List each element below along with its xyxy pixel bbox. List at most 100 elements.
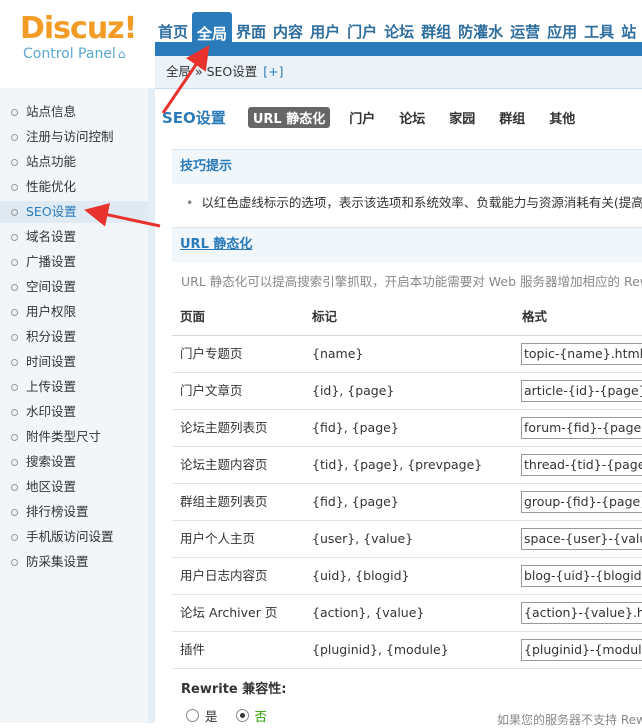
nav-global[interactable]: 全局 [192,12,233,56]
page-title: SEO设置 [162,108,226,127]
format-input[interactable]: article-{id}-{page}.html [521,380,642,402]
bullet-icon [11,359,18,366]
rewrite-yes-radio[interactable] [186,709,199,722]
bullet-icon [11,459,18,466]
table-row: 插件 {pluginid}, {module} {pluginid}-{modu… [172,632,642,669]
sidebar-item-performance[interactable]: 性能优化 [0,176,148,198]
bullet-icon [11,559,18,566]
format-input[interactable]: {pluginid}-{module}.html [521,639,642,661]
rewrite-no-radio[interactable] [235,709,249,722]
sidebar-item-region[interactable]: 地区设置 [0,476,148,498]
table-row: 论坛 Archiver 页 {action}, {value} {action}… [172,595,642,632]
sidebar-item-domain[interactable]: 域名设置 [0,226,148,248]
table-row: 门户文章页 {id}, {page} article-{id}-{page}.h… [172,373,642,410]
sidebar-item-space[interactable]: 空间设置 [0,276,148,298]
format-input[interactable]: forum-{fid}-{page}.html [521,417,642,439]
sidebar-item-registration[interactable]: 注册与访问控制 [0,126,148,148]
bullet-icon [11,234,18,241]
bullet-icon [11,284,18,291]
sidebar-item-mobile[interactable]: 手机版访问设置 [0,526,148,548]
row-page: 插件 [180,642,206,657]
discuz-logo[interactable]: Discuz! Control Panel ⌂ [20,11,137,63]
row-tags: {id}, {page} [312,383,395,398]
row-page: 门户文章页 [180,383,243,398]
row-page: 门户专题页 [180,346,243,361]
nav-apps[interactable]: 应用 [544,12,580,43]
nav-operations[interactable]: 运营 [507,12,543,43]
bullet-icon [11,534,18,541]
row-tags: {name} [312,346,364,361]
table-row: 用户日志内容页 {uid}, {blogid} blog-{uid}-{blog… [172,558,642,595]
column-header-format: 格式 [522,309,548,324]
format-input[interactable]: space-{user}-{value}.html [521,528,642,550]
url-static-description: URL 静态化可以提高搜索引擎抓取，开启本功能需要对 Web 服务器增加相应的 … [181,274,642,289]
sidebar-item-attachment-types[interactable]: 附件类型尺寸 [0,426,148,448]
sidebar-item-search[interactable]: 搜索设置 [0,451,148,473]
tab-home[interactable]: 家园 [444,107,480,128]
nav-users[interactable]: 用户 [307,12,343,43]
nav-antispam[interactable]: 防灌水 [455,12,506,43]
bullet-icon [11,409,18,416]
table-header-row: 页面 标记 格式 [172,299,642,336]
nav-home[interactable]: 首页 [155,12,191,43]
format-input[interactable]: topic-{name}.html [521,343,642,365]
tab-groups[interactable]: 群组 [494,107,530,128]
format-input[interactable]: {action}-{value}.html [521,602,642,624]
format-input[interactable]: group-{fid}-{page}.html [521,491,642,513]
add-shortcut-button[interactable]: [+] [263,64,283,79]
tab-other[interactable]: 其他 [544,107,580,128]
row-page: 群组主题列表页 [180,494,268,509]
seo-tabs: SEO设置 URL 静态化 门户 论坛 家园 群组 其他 [162,106,594,128]
nav-forum[interactable]: 论坛 [381,12,417,43]
sidebar-item-upload[interactable]: 上传设置 [0,376,148,398]
table-row: 用户个人主页 {user}, {value} space-{user}-{val… [172,521,642,558]
row-page: 论坛主题内容页 [180,457,268,472]
sidebar-item-watermark[interactable]: 水印设置 [0,401,148,423]
sidebar-item-time[interactable]: 时间设置 [0,351,148,373]
nav-interface[interactable]: 界面 [233,12,269,43]
nav-tools[interactable]: 工具 [581,12,617,43]
sidebar-item-site-features[interactable]: 站点功能 [0,151,148,173]
bullet-icon [11,309,18,316]
table-row: 论坛主题内容页 {tid}, {page}, {prevpage} thread… [172,447,642,484]
row-tags: {fid}, {page} [312,494,399,509]
bullet-icon [11,109,18,116]
format-input[interactable]: blog-{uid}-{blogid}.html [521,565,642,587]
breadcrumb-path[interactable]: 全局 » SEO设置 [166,64,257,79]
bullet-icon [11,209,18,216]
sidebar-item-anti-scraping[interactable]: 防采集设置 [0,551,148,573]
nav-content[interactable]: 内容 [270,12,306,43]
bullet-icon [11,384,18,391]
table-row: 群组主题列表页 {fid}, {page} group-{fid}-{page}… [172,484,642,521]
nav-station[interactable]: 站 [618,12,639,43]
format-input[interactable]: thread-{tid}-{page}-{prevpage}.html [521,454,642,476]
sidebar-item-site-info[interactable]: 站点信息 [0,101,148,123]
rewrite-no-label[interactable]: 否 [255,706,268,725]
logo-text: Discuz! [20,11,137,46]
bullet-icon: • [186,195,194,210]
row-tags: {uid}, {blogid} [312,568,410,583]
bullet-icon [11,159,18,166]
sidebar-item-broadcast[interactable]: 广播设置 [0,251,148,273]
tab-portal[interactable]: 门户 [344,107,380,128]
sidebar-item-seo[interactable]: SEO设置 [0,201,148,223]
sidebar-item-credits[interactable]: 积分设置 [0,326,148,348]
column-header-page: 页面 [180,309,206,324]
row-tags: {action}, {value} [312,605,425,620]
nav-groups[interactable]: 群组 [418,12,454,43]
tab-forum[interactable]: 论坛 [394,107,430,128]
tip-item: • 以红色虚线标示的选项，表示该选项和系统效率、负载能力与资源消耗有关(提高效率 [186,195,642,210]
tab-url-static[interactable]: URL 静态化 [247,106,331,128]
logo-subtitle: Control Panel [23,46,116,62]
rewrite-yes-label[interactable]: 是 [205,706,218,725]
url-rules-table: 页面 标记 格式 门户专题页 {name} topic-{name}.html … [172,299,642,669]
sidebar-item-ranking[interactable]: 排行榜设置 [0,501,148,523]
sidebar-item-permissions[interactable]: 用户权限 [0,301,148,323]
bullet-icon [11,509,18,516]
top-navigation: 首页 全局 界面 内容 用户 门户 论坛 群组 防灌水 运营 应用 工具 站 [155,12,640,56]
nav-portal[interactable]: 门户 [344,12,380,43]
bullet-icon [11,134,18,141]
home-icon: ⌂ [117,47,126,61]
row-page: 论坛 Archiver 页 [180,605,278,620]
row-tags: {user}, {value} [312,531,414,546]
